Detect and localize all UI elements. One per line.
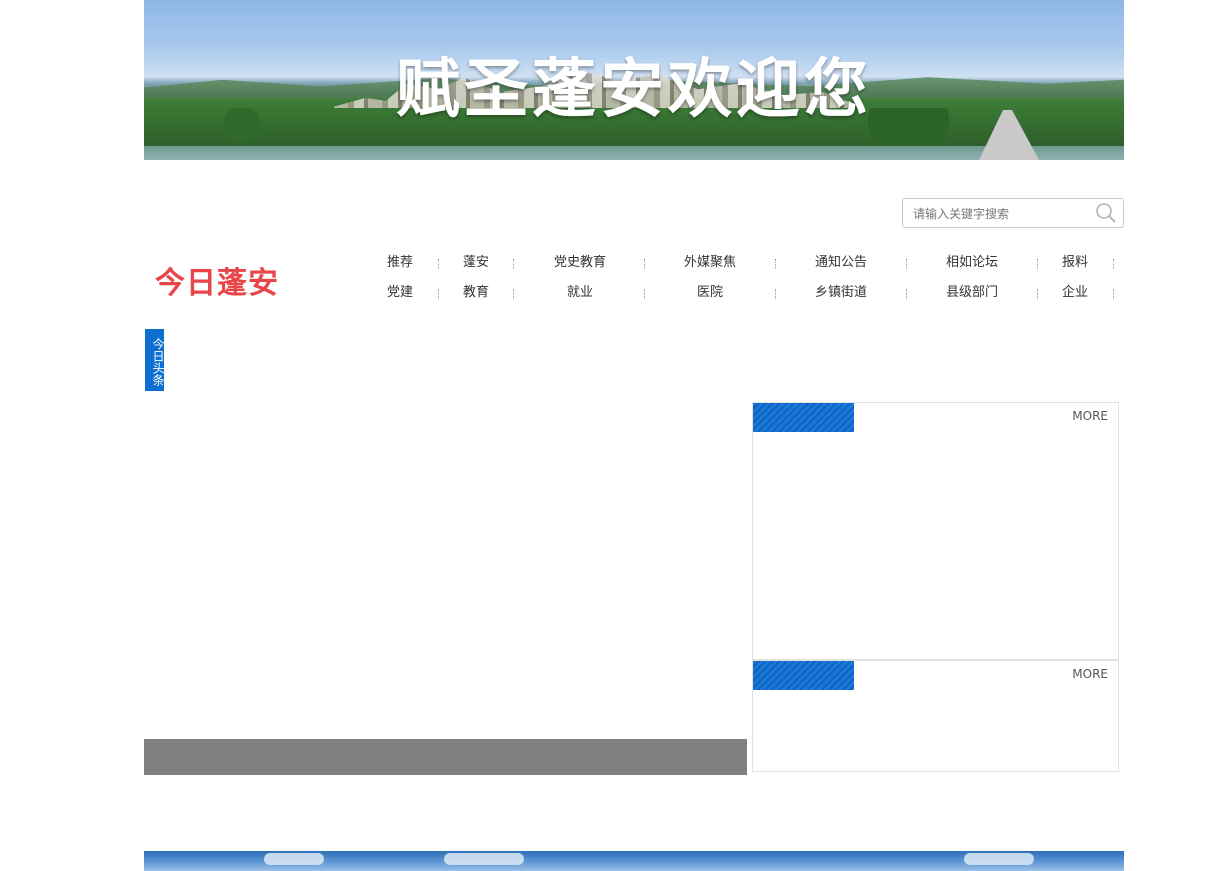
nav-separator xyxy=(1113,259,1115,269)
nav-item-notices[interactable]: 通知公告 xyxy=(801,252,881,274)
nav-separator xyxy=(1037,259,1039,269)
panel-tab[interactable] xyxy=(753,403,854,432)
slider-caption-bar[interactable] xyxy=(144,739,747,775)
nav-separator xyxy=(513,289,515,299)
search-box[interactable] xyxy=(902,198,1124,228)
nav-item-county-departments[interactable]: 县级部门 xyxy=(932,282,1012,304)
more-link[interactable]: MORE xyxy=(1072,667,1108,681)
nav-item-hospital[interactable]: 医院 xyxy=(670,282,750,304)
banner-cloud xyxy=(964,853,1034,865)
more-link[interactable]: MORE xyxy=(1072,409,1108,423)
nav-row-2: 党建 教育 就业 医院 乡镇街道 县级部门 企业 xyxy=(370,282,1122,312)
nav-separator xyxy=(775,259,777,269)
banner-cloud xyxy=(264,853,324,865)
nav-item-education[interactable]: 教育 xyxy=(456,282,496,304)
nav-separator xyxy=(1113,289,1115,299)
top-banner: 赋圣蓬安欢迎您 xyxy=(144,0,1124,160)
banner-cloud xyxy=(444,853,524,865)
nav-item-pengan[interactable]: 蓬安 xyxy=(456,252,496,274)
nav-item-report[interactable]: 报料 xyxy=(1055,252,1095,274)
nav-separator xyxy=(513,259,515,269)
nav-item-forum[interactable]: 相如论坛 xyxy=(932,252,1012,274)
panel-tab[interactable] xyxy=(753,661,854,690)
nav-separator xyxy=(906,289,908,299)
nav-item-party-history[interactable]: 党史教育 xyxy=(540,252,620,274)
nav-separator xyxy=(1037,289,1039,299)
bottom-banner xyxy=(144,851,1124,871)
nav-item-recommend[interactable]: 推荐 xyxy=(380,252,420,274)
nav-item-enterprise[interactable]: 企业 xyxy=(1055,282,1095,304)
banner-title: 赋圣蓬安欢迎您 xyxy=(396,53,872,127)
nav-item-foreign-media[interactable]: 外媒聚焦 xyxy=(670,252,750,274)
headline-tag[interactable]: 今日头条 xyxy=(145,329,165,391)
nav-separator xyxy=(775,289,777,299)
nav-item-party-building[interactable]: 党建 xyxy=(380,282,420,304)
search-icon[interactable] xyxy=(1095,202,1117,224)
nav-separator xyxy=(906,259,908,269)
nav-separator xyxy=(438,259,440,269)
nav-row-1: 推荐 蓬安 党史教育 外媒聚焦 通知公告 相如论坛 报料 xyxy=(370,252,1122,282)
nav-item-towns[interactable]: 乡镇街道 xyxy=(801,282,881,304)
news-slider[interactable] xyxy=(144,403,747,775)
site-logo[interactable]: 今日蓬安 xyxy=(155,258,279,302)
nav-item-employment[interactable]: 就业 xyxy=(540,282,620,304)
banner-water xyxy=(144,146,1124,160)
side-panel-2: MORE xyxy=(752,660,1119,772)
side-panel-1: MORE xyxy=(752,402,1119,660)
main-nav: 推荐 蓬安 党史教育 外媒聚焦 通知公告 相如论坛 报料 党建 教育 就业 医院… xyxy=(370,252,1122,312)
nav-separator xyxy=(644,259,646,269)
nav-separator xyxy=(438,289,440,299)
nav-separator xyxy=(644,289,646,299)
search-input[interactable] xyxy=(911,203,1095,225)
